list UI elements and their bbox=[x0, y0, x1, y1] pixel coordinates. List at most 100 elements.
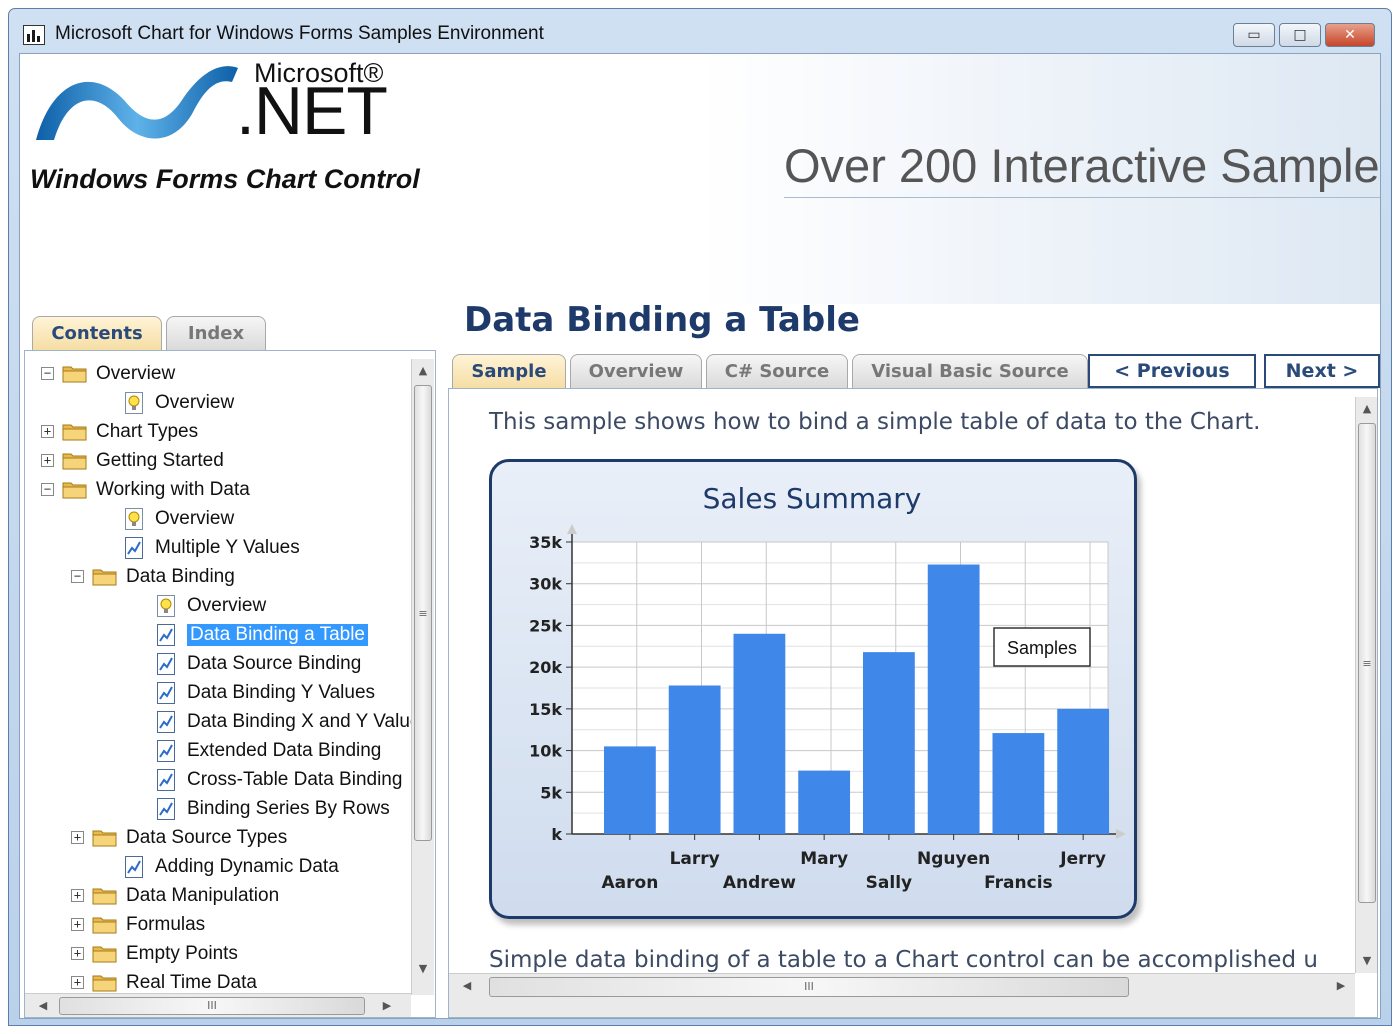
app-window: Microsoft Chart for Windows Forms Sample… bbox=[8, 8, 1392, 1026]
tree-item[interactable]: Data Binding X and Y Values bbox=[157, 707, 430, 736]
tree-item[interactable]: Extended Data Binding bbox=[157, 736, 381, 765]
page-title: Data Binding a Table bbox=[464, 300, 860, 340]
content-scroll-up-arrow-icon[interactable]: ▲ bbox=[1357, 399, 1377, 419]
tab-visual-basic-source[interactable]: Visual Basic Source bbox=[852, 354, 1088, 390]
tree-item-label[interactable]: Adding Dynamic Data bbox=[155, 856, 339, 878]
content-scroll-down-arrow-icon[interactable]: ▼ bbox=[1357, 951, 1377, 971]
close-button[interactable]: ✕ bbox=[1325, 23, 1375, 47]
maximize-button[interactable]: □ bbox=[1279, 23, 1321, 47]
bar bbox=[668, 685, 721, 834]
tree-item-label[interactable]: Data Source Types bbox=[126, 827, 287, 849]
tree-item[interactable]: + Chart Types bbox=[41, 417, 198, 446]
scroll-left-arrow-icon[interactable]: ◀ bbox=[33, 996, 53, 1016]
content-horizontal-scrollbar[interactable]: ◀ III ▶ bbox=[449, 973, 1355, 1017]
tree-item[interactable]: Adding Dynamic Data bbox=[125, 852, 339, 881]
expand-icon[interactable]: + bbox=[71, 918, 84, 931]
tree-item-label[interactable]: Formulas bbox=[126, 914, 205, 936]
contents-tree[interactable]: − Overview Overview + Chart Types + Getting St… bbox=[24, 350, 436, 1018]
expand-icon[interactable]: + bbox=[71, 831, 84, 844]
tree-vertical-scrollbar[interactable]: ▲ ≡ ▼ bbox=[411, 359, 434, 995]
content-scroll-left-arrow-icon[interactable]: ◀ bbox=[457, 976, 477, 996]
previous-button[interactable]: < Previous bbox=[1088, 354, 1256, 388]
minimize-button[interactable]: ▭ bbox=[1233, 23, 1275, 47]
tree-horizontal-scrollbar[interactable]: ◀ III ▶ bbox=[25, 993, 411, 1017]
tree-item[interactable]: Multiple Y Values bbox=[125, 533, 300, 562]
tree-item-label[interactable]: Data Manipulation bbox=[126, 885, 279, 907]
tree-item[interactable]: − Working with Data bbox=[41, 475, 250, 504]
tree-item-label[interactable]: Data Binding bbox=[126, 566, 235, 588]
tree-item[interactable]: + Getting Started bbox=[41, 446, 224, 475]
collapse-icon[interactable]: − bbox=[71, 570, 84, 583]
tab-c-source[interactable]: C# Source bbox=[706, 354, 848, 390]
expand-icon[interactable]: + bbox=[41, 425, 54, 438]
tree-item-label[interactable]: Overview bbox=[187, 595, 266, 617]
tree-item-label[interactable]: Data Binding X and Y Values bbox=[187, 711, 430, 733]
folder-icon bbox=[92, 915, 118, 934]
tree-item[interactable]: + Data Manipulation bbox=[71, 881, 279, 910]
tree-item[interactable]: Overview bbox=[157, 591, 266, 620]
tree-item[interactable]: Overview bbox=[125, 504, 234, 533]
tree-item[interactable]: Data Binding Y Values bbox=[157, 678, 375, 707]
tree-item[interactable]: − Data Binding bbox=[71, 562, 235, 591]
expand-icon[interactable]: + bbox=[41, 454, 54, 467]
tab-index[interactable]: Index bbox=[166, 316, 266, 352]
folder-icon bbox=[92, 828, 118, 847]
tree-item[interactable]: Binding Series By Rows bbox=[157, 794, 390, 823]
tree-item-label[interactable]: Getting Started bbox=[96, 450, 224, 472]
collapse-icon[interactable]: − bbox=[41, 483, 54, 496]
folder-icon bbox=[92, 567, 118, 586]
tree-item-label[interactable]: Real Time Data bbox=[126, 972, 257, 994]
chart-frame: Sales Summary k 5k 10k 15k 20k 25k 30k 35k Aaron L… bbox=[489, 459, 1137, 919]
tab-overview[interactable]: Overview bbox=[570, 354, 702, 390]
expand-icon[interactable]: + bbox=[71, 889, 84, 902]
scroll-right-arrow-icon[interactable]: ▶ bbox=[377, 996, 397, 1016]
tree-item-label[interactable]: Overview bbox=[96, 363, 175, 385]
tree-item-label[interactable]: Cross-Table Data Binding bbox=[187, 769, 402, 791]
chart-page-icon bbox=[157, 623, 175, 646]
scroll-down-arrow-icon[interactable]: ▼ bbox=[413, 959, 433, 979]
tree-item[interactable]: Cross-Table Data Binding bbox=[157, 765, 402, 794]
net-wordmark: .NET bbox=[236, 73, 388, 149]
bar bbox=[863, 652, 915, 834]
tree-item-label[interactable]: Data Binding Y Values bbox=[187, 682, 375, 704]
tree-item[interactable]: + Empty Points bbox=[71, 939, 238, 968]
tree-item-label[interactable]: Overview bbox=[155, 392, 234, 414]
scroll-up-arrow-icon[interactable]: ▲ bbox=[413, 361, 433, 381]
tree-item-label[interactable]: Chart Types bbox=[96, 421, 198, 443]
y-tick-label: 15k bbox=[529, 700, 562, 719]
collapse-icon[interactable]: − bbox=[41, 367, 54, 380]
bar bbox=[1057, 708, 1110, 834]
next-button[interactable]: Next > bbox=[1264, 354, 1380, 388]
y-axis-arrow-icon bbox=[567, 524, 577, 534]
expand-icon[interactable]: + bbox=[71, 976, 84, 989]
x-tick-label: Nguyen bbox=[917, 849, 990, 869]
tree-item-label[interactable]: Working with Data bbox=[96, 479, 250, 501]
folder-icon bbox=[62, 451, 88, 470]
chart-app-icon bbox=[23, 25, 45, 45]
bar bbox=[927, 564, 980, 834]
tree-hscroll-thumb[interactable]: III bbox=[59, 997, 365, 1015]
tree-item[interactable]: + Data Source Types bbox=[71, 823, 287, 852]
content-scroll-right-arrow-icon[interactable]: ▶ bbox=[1331, 976, 1351, 996]
expand-icon[interactable]: + bbox=[71, 947, 84, 960]
tree-item[interactable]: + Formulas bbox=[71, 910, 205, 939]
tree-item[interactable]: Data Binding a Table bbox=[157, 620, 368, 649]
tree-item-label[interactable]: Binding Series By Rows bbox=[187, 798, 390, 820]
tree-item-label[interactable]: Data Binding a Table bbox=[187, 623, 368, 646]
tab-contents[interactable]: Contents bbox=[32, 316, 162, 352]
title-bar[interactable]: Microsoft Chart for Windows Forms Sample… bbox=[9, 9, 1391, 53]
tree-item[interactable]: − Overview bbox=[41, 359, 175, 388]
folder-icon bbox=[92, 944, 118, 963]
tree-item-label[interactable]: Empty Points bbox=[126, 943, 238, 965]
tree-item-label[interactable]: Multiple Y Values bbox=[155, 537, 300, 559]
tree-scroll-thumb[interactable]: ≡ bbox=[414, 385, 432, 841]
content-scroll-thumb[interactable]: ≡ bbox=[1358, 423, 1376, 903]
tree-item[interactable]: Overview bbox=[125, 388, 234, 417]
tree-item-label[interactable]: Overview bbox=[155, 508, 234, 530]
tree-item-label[interactable]: Extended Data Binding bbox=[187, 740, 381, 762]
tree-item[interactable]: Data Source Binding bbox=[157, 649, 361, 678]
tree-item-label[interactable]: Data Source Binding bbox=[187, 653, 361, 675]
content-hscroll-thumb[interactable]: III bbox=[489, 977, 1129, 997]
tab-sample[interactable]: Sample bbox=[452, 354, 566, 390]
content-vertical-scrollbar[interactable]: ▲ ≡ ▼ bbox=[1355, 397, 1377, 973]
